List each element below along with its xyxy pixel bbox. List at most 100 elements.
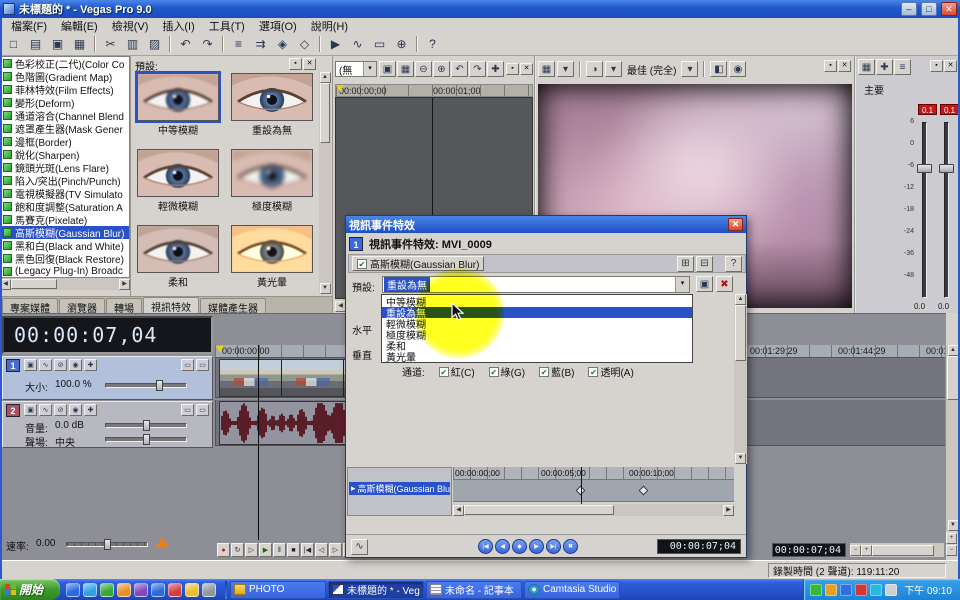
scroll-thumb[interactable]	[11, 279, 57, 289]
rate-slider[interactable]	[66, 542, 148, 547]
solo-icon[interactable]: ◉	[69, 404, 82, 416]
menu-item[interactable]: 說明(H)	[304, 18, 355, 34]
track-fx-icon[interactable]: ∿	[39, 404, 52, 416]
dialog-scrollbar[interactable]: ▲ ▼	[734, 294, 747, 464]
chevron-down-icon[interactable]: ▾	[557, 61, 574, 77]
close-panel-icon[interactable]: ✕	[944, 60, 957, 72]
plugin-list-item[interactable]: (Legacy Plug-In) Broadc	[1, 265, 129, 278]
paste-icon[interactable]: ▨	[144, 34, 165, 54]
mute-icon[interactable]: ⊘	[54, 404, 67, 416]
quicklaunch-icon[interactable]	[151, 583, 165, 597]
trimmer-save-icon[interactable]: ▣	[379, 61, 396, 77]
tray-icon[interactable]	[840, 584, 852, 596]
scroll-up-icon[interactable]: ▲	[735, 294, 746, 305]
next-keyframe-icon[interactable]: ▶	[529, 539, 544, 554]
split-screen-icon[interactable]: ◧	[710, 61, 727, 77]
scroll-thumb[interactable]	[872, 545, 934, 556]
trimmer-zoom-out-icon[interactable]: ⊖	[415, 61, 432, 77]
dialog-title-bar[interactable]: 視訊事件特效 ✕	[346, 216, 746, 233]
taskbar-task[interactable]: Camtasia Studio - Unti...	[524, 581, 620, 599]
marker-icon[interactable]	[336, 85, 344, 92]
preset-item[interactable]: 重設為無	[228, 73, 316, 137]
maximize-button[interactable]: □	[921, 2, 937, 16]
channel-checkbox[interactable]: ✔綠(G)	[489, 364, 525, 379]
tray-icon[interactable]	[870, 584, 882, 596]
project-properties-icon[interactable]: ▦	[538, 61, 555, 77]
size-slider[interactable]	[105, 383, 187, 388]
pan-slider[interactable]	[105, 437, 187, 442]
trimmer-add-icon[interactable]: ✚	[487, 61, 504, 77]
slider-handle[interactable]	[143, 420, 150, 431]
keyframe-ruler[interactable]: 00:00:00;0000:00:05;0000:00:10;00	[453, 467, 734, 480]
snapshot-icon[interactable]: ◉	[729, 61, 746, 77]
play-from-start-icon[interactable]: ▷	[245, 543, 258, 557]
track-motion-icon[interactable]: ▣	[24, 359, 37, 371]
plugin-list-item[interactable]: 黑色回復(Black Restore)	[1, 252, 129, 265]
snapping-icon[interactable]: ≡	[228, 34, 249, 54]
maximize-track-icon[interactable]: ▭	[196, 404, 209, 416]
redo-icon[interactable]: ↷	[197, 34, 218, 54]
channel-checkbox[interactable]: ✔紅(C)	[439, 364, 475, 379]
pin-icon[interactable]: ▪	[824, 60, 837, 72]
menu-item[interactable]: 選項(O)	[252, 18, 304, 34]
remove-plugin-icon[interactable]: ⊟	[696, 256, 713, 272]
video-track-header[interactable]: 1 ▣∿⊘◉✚ ▭ ▭ 大小: 100.0 %	[2, 356, 213, 400]
expander-icon[interactable]: ▸	[351, 483, 356, 494]
marker-icon[interactable]	[216, 346, 224, 353]
channel-checkbox[interactable]: ✔藍(B)	[539, 364, 574, 379]
quicklaunch-icon[interactable]	[100, 583, 114, 597]
close-panel-icon[interactable]: ✕	[303, 58, 316, 70]
title-bar[interactable]: 未標題的 * - Vegas Pro 9.0 – □ ✕	[0, 0, 960, 18]
scroll-up-icon[interactable]: ▲	[320, 72, 331, 83]
undo-icon[interactable]: ↶	[175, 34, 196, 54]
chevron-down-icon[interactable]: ▾	[681, 61, 698, 77]
menu-item[interactable]: 檢視(V)	[105, 18, 156, 34]
audio-track-header[interactable]: 2 ▣∿⊘◉✚ ▭ ▭ 音量: 0.0 dB 聲場: 中央	[2, 401, 213, 448]
keyframe-scrollbar[interactable]: ◀ ▶	[453, 504, 734, 516]
keyframe-icon[interactable]	[639, 486, 649, 496]
tray-icon[interactable]	[855, 584, 867, 596]
slider-handle[interactable]	[104, 539, 111, 550]
quicklaunch-icon[interactable]	[83, 583, 97, 597]
selection-edit-tool-icon[interactable]: ▭	[369, 34, 390, 54]
scroll-thumb[interactable]	[735, 305, 746, 361]
fader-track[interactable]	[922, 122, 927, 298]
save-icon[interactable]: ▣	[47, 34, 68, 54]
timecode-display[interactable]: 00:00:07,04	[2, 316, 213, 354]
close-panel-icon[interactable]: ✕	[838, 60, 851, 72]
delete-keyframe-icon[interactable]: ✖	[563, 539, 578, 554]
dock-tab[interactable]: 瀏覽器	[59, 298, 105, 313]
preset-item[interactable]: 輕微模糊	[134, 149, 222, 213]
prev-keyframe-icon[interactable]: ◀	[495, 539, 510, 554]
timeline-cursor[interactable]	[258, 345, 259, 540]
quicklaunch-icon[interactable]	[185, 583, 199, 597]
scroll-thumb[interactable]	[320, 83, 330, 143]
properties-icon[interactable]: ▦	[69, 34, 90, 54]
trimmer-zoom-in-icon[interactable]: ⊕	[433, 61, 450, 77]
auto-ripple-icon[interactable]: ⇉	[250, 34, 271, 54]
solo-icon[interactable]: ◉	[69, 359, 82, 371]
scroll-thumb[interactable]	[464, 505, 614, 515]
keyframe-track-row[interactable]: ▸ 高斯模糊(Gaussian Blu	[349, 482, 450, 495]
sync-cursor-icon[interactable]: ∿	[351, 539, 368, 555]
go-to-start-icon[interactable]: |◀	[301, 543, 314, 557]
new-project-icon[interactable]: □	[3, 34, 24, 54]
menu-item[interactable]: 插入(I)	[155, 18, 201, 34]
first-keyframe-icon[interactable]: |◀	[478, 539, 493, 554]
taskbar-task[interactable]: 未標題的 * - Vegas P...	[328, 581, 424, 599]
loop-playback-icon[interactable]: ↻	[231, 543, 244, 557]
mute-icon[interactable]: ⊘	[54, 359, 67, 371]
track-motion-icon[interactable]: ▣	[24, 404, 37, 416]
scroll-down-icon[interactable]: ▼	[948, 520, 959, 531]
track-fx-icon[interactable]: ∿	[39, 359, 52, 371]
start-button[interactable]: 開始	[0, 579, 60, 600]
plugin-chain-icon[interactable]: ⊞	[677, 256, 694, 272]
save-preset-icon[interactable]: ▣	[696, 276, 713, 292]
preview-quality-icon[interactable]: ◑	[586, 61, 603, 77]
scroll-right-icon[interactable]: ▶	[119, 279, 130, 290]
dock-tab[interactable]: 轉場	[106, 298, 142, 313]
dropdown-item[interactable]: 黃光暈	[382, 351, 692, 362]
close-panel-icon[interactable]: ✕	[520, 63, 533, 75]
chevron-down-icon[interactable]: ▾	[675, 277, 689, 292]
track-zoom-in-icon[interactable]: +	[946, 533, 957, 544]
